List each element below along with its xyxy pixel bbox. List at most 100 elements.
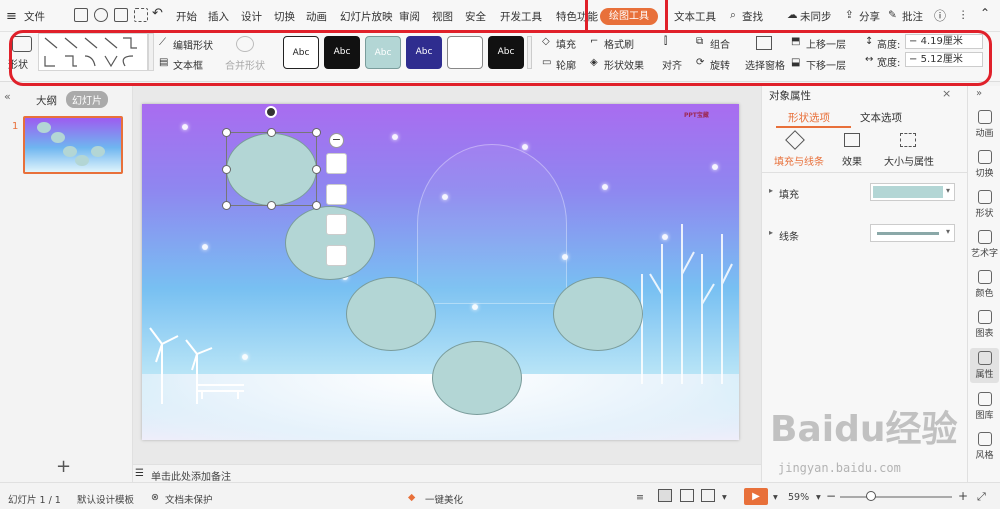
notes-view-icon[interactable]: ≡ bbox=[636, 492, 644, 503]
zoom-slider-thumb[interactable] bbox=[866, 491, 876, 501]
tab-text-tools[interactable]: 文本工具 bbox=[674, 9, 716, 24]
template-name[interactable]: 默认设计模板 bbox=[77, 492, 134, 506]
sidebar-animation[interactable]: 动画 bbox=[970, 110, 999, 139]
fit-window-icon[interactable]: ⤢ bbox=[977, 490, 986, 504]
undo-icon[interactable]: ↶ bbox=[152, 6, 163, 21]
collapse-panel-icon[interactable]: « bbox=[4, 90, 11, 103]
resize-handle[interactable] bbox=[222, 128, 231, 137]
tab-animation[interactable]: 动画 bbox=[306, 9, 327, 24]
help-icon[interactable]: ⓘ bbox=[934, 7, 946, 24]
slide-number: 1 bbox=[12, 121, 19, 132]
tab-slideshow[interactable]: 幻灯片放映 bbox=[340, 9, 393, 24]
hamburger-icon[interactable]: ≡ bbox=[6, 9, 17, 24]
sidebar-color[interactable]: 颜色 bbox=[970, 270, 999, 299]
zoom-dropdown-icon[interactable]: ▾ bbox=[816, 492, 821, 503]
sync-status[interactable]: 未同步 bbox=[800, 9, 832, 24]
fill-line-icon[interactable] bbox=[785, 130, 805, 150]
resize-handle[interactable] bbox=[267, 128, 276, 137]
file-menu[interactable]: 文件 bbox=[24, 9, 45, 24]
print-preview-icon[interactable] bbox=[134, 8, 148, 22]
ellipse-shape[interactable] bbox=[553, 277, 643, 351]
size-icon[interactable] bbox=[900, 133, 916, 147]
cloud-icon[interactable] bbox=[94, 8, 108, 22]
normal-view-icon[interactable] bbox=[658, 489, 672, 502]
sidebar-transition[interactable]: 切换 bbox=[970, 150, 999, 179]
resize-handle[interactable] bbox=[312, 165, 321, 174]
annotate-button[interactable]: 批注 bbox=[902, 9, 923, 24]
slide-thumbnail[interactable] bbox=[23, 116, 123, 174]
sub-fill-line[interactable]: 填充与线条 bbox=[774, 153, 824, 168]
beautify-button[interactable]: 一键美化 bbox=[425, 492, 463, 506]
expand-line-icon[interactable]: ▸ bbox=[769, 228, 773, 237]
line-label[interactable]: 线条 bbox=[779, 228, 799, 243]
baidu-watermark-url: jingyan.baidu.com bbox=[778, 461, 901, 475]
tab-insert[interactable]: 插入 bbox=[208, 9, 229, 24]
outline-style-icon[interactable] bbox=[326, 214, 347, 235]
collapse-icon[interactable]: ⌃ bbox=[980, 6, 990, 20]
play-dropdown-icon[interactable]: ▾ bbox=[773, 492, 778, 503]
tab-outline[interactable]: 大纲 bbox=[36, 93, 57, 108]
sidebar-chart[interactable]: 图表 bbox=[970, 310, 999, 339]
search-icon[interactable]: ⌕ bbox=[730, 9, 736, 22]
fill-bucket-icon[interactable] bbox=[326, 184, 347, 205]
rotate-handle-icon[interactable] bbox=[265, 106, 277, 118]
effect-icon[interactable] bbox=[844, 133, 860, 147]
resize-handle[interactable] bbox=[222, 201, 231, 210]
pen-icon[interactable] bbox=[326, 245, 347, 266]
slide-logo: PPT宝藏 bbox=[684, 112, 709, 119]
sidebar-shape[interactable]: 形状 bbox=[970, 190, 999, 219]
sidebar-style[interactable]: 风格 bbox=[970, 432, 999, 461]
zoom-value[interactable]: 59% bbox=[788, 492, 809, 503]
active-tab-indicator bbox=[776, 126, 851, 128]
tab-shape-options[interactable]: 形状选项 bbox=[788, 110, 830, 125]
zoom-in-icon[interactable]: + bbox=[958, 489, 968, 503]
dropdown-icon[interactable]: ▾ bbox=[722, 492, 727, 503]
tab-view[interactable]: 视图 bbox=[432, 9, 453, 24]
collapse-float-icon[interactable]: − bbox=[329, 133, 344, 148]
print-icon[interactable] bbox=[114, 8, 128, 22]
sync-icon[interactable]: ☁ bbox=[787, 9, 798, 21]
resize-handle[interactable] bbox=[312, 201, 321, 210]
resize-handle[interactable] bbox=[222, 165, 231, 174]
more-icon[interactable]: ⋮ bbox=[958, 9, 969, 21]
tab-review[interactable]: 审阅 bbox=[399, 9, 420, 24]
tab-start[interactable]: 开始 bbox=[176, 9, 197, 24]
notes-placeholder[interactable]: 单击此处添加备注 bbox=[151, 468, 231, 483]
add-slide-button[interactable]: + bbox=[56, 456, 71, 477]
expand-fill-icon[interactable]: ▸ bbox=[769, 186, 773, 195]
resize-handle[interactable] bbox=[267, 201, 276, 210]
protect-status[interactable]: 文档未保护 bbox=[165, 492, 213, 506]
save-icon[interactable] bbox=[74, 8, 88, 22]
sub-effect[interactable]: 效果 bbox=[842, 153, 862, 168]
tab-transition[interactable]: 切换 bbox=[274, 9, 295, 24]
fill-color-dropdown[interactable]: ▾ bbox=[870, 183, 955, 201]
sub-size-properties[interactable]: 大小与属性 bbox=[884, 153, 934, 168]
sidebar-wordart[interactable]: 艺术字 bbox=[970, 230, 999, 259]
snowflake bbox=[392, 134, 398, 140]
tab-text-options[interactable]: 文本选项 bbox=[860, 110, 902, 125]
sidebar-gallery[interactable]: 图库 bbox=[970, 392, 999, 421]
layer-icon[interactable] bbox=[326, 153, 347, 174]
tab-slides[interactable]: 幻灯片 bbox=[66, 91, 108, 108]
share-button[interactable]: 分享 bbox=[859, 9, 880, 24]
zoom-slider-track[interactable] bbox=[840, 496, 952, 498]
comment-icon[interactable]: ✎ bbox=[888, 9, 897, 21]
resize-handle[interactable] bbox=[312, 128, 321, 137]
close-icon[interactable]: × bbox=[942, 87, 951, 100]
play-button[interactable]: ▶ bbox=[744, 488, 768, 505]
ellipse-shape[interactable] bbox=[346, 277, 436, 351]
tab-design[interactable]: 设计 bbox=[241, 9, 262, 24]
fill-label[interactable]: 填充 bbox=[779, 186, 799, 201]
ellipse-shape[interactable] bbox=[432, 341, 522, 415]
share-icon[interactable]: ⇪ bbox=[845, 9, 854, 21]
search-button[interactable]: 查找 bbox=[742, 9, 763, 24]
tab-security[interactable]: 安全 bbox=[465, 9, 486, 24]
line-style-dropdown[interactable]: ▾ bbox=[870, 224, 955, 242]
sorter-view-icon[interactable] bbox=[680, 489, 694, 502]
sidebar-properties[interactable]: 属性 bbox=[970, 348, 999, 383]
reading-view-icon[interactable] bbox=[701, 489, 715, 502]
expand-sidebar-icon[interactable]: » bbox=[976, 88, 982, 99]
tab-developer[interactable]: 开发工具 bbox=[500, 9, 542, 24]
beautify-icon[interactable]: ◆ bbox=[408, 492, 415, 503]
zoom-out-icon[interactable]: − bbox=[826, 489, 836, 503]
